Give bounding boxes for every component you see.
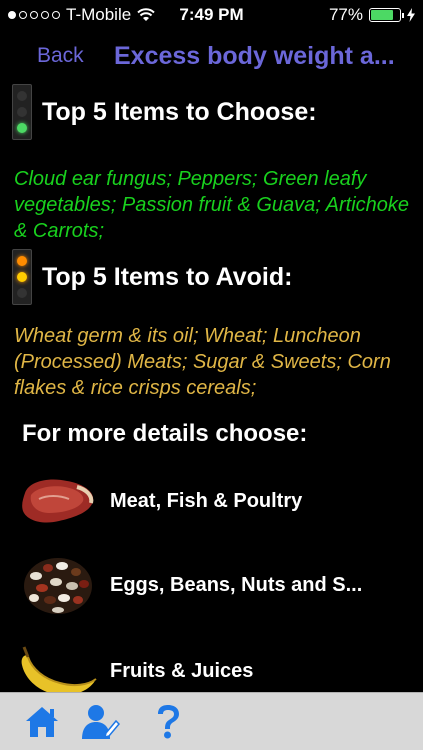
meat-icon	[18, 469, 98, 533]
charging-icon	[407, 8, 415, 22]
category-row-fruits[interactable]: Fruits & Juices	[18, 636, 418, 692]
navigation-bar: Back Excess body weight a...	[0, 30, 423, 84]
avoid-section-header: Top 5 Items to Avoid:	[12, 249, 292, 305]
choose-items: Cloud ear fungus; Peppers; Green leafy v…	[14, 168, 410, 242]
home-icon	[26, 707, 58, 737]
battery-icon	[369, 8, 404, 22]
back-button[interactable]: Back	[37, 44, 84, 68]
category-label-fruits: Fruits & Juices	[110, 659, 254, 682]
category-label-meat: Meat, Fish & Poultry	[110, 489, 303, 512]
category-label-eggs-beans: Eggs, Beans, Nuts and S...	[110, 573, 363, 596]
details-header: For more details choose:	[22, 420, 308, 447]
yellow-traffic-light-icon	[12, 249, 32, 305]
choose-section-header: Top 5 Items to Choose:	[12, 84, 317, 140]
battery-fill	[371, 10, 393, 20]
category-row-eggs-beans[interactable]: Eggs, Beans, Nuts and S...	[18, 550, 418, 620]
page-title: Excess body weight a...	[114, 42, 395, 70]
user-edit-icon	[82, 705, 120, 739]
battery-percent: 77%	[328, 5, 363, 24]
status-bar: T-Mobile 7:49 PM 77%	[0, 0, 423, 30]
choose-title: Top 5 Items to Choose:	[42, 97, 317, 126]
status-right: 77%	[329, 5, 415, 25]
avoid-title: Top 5 Items to Avoid:	[42, 262, 293, 291]
profile-tab[interactable]	[80, 702, 120, 742]
banana-icon	[18, 639, 98, 692]
avoid-items: Wheat germ & its oil; Wheat; Luncheon (P…	[14, 325, 391, 399]
green-traffic-light-icon	[12, 84, 32, 140]
category-row-meat[interactable]: Meat, Fish & Poultry	[18, 466, 418, 536]
home-tab[interactable]	[22, 702, 62, 742]
tab-bar	[0, 692, 423, 750]
help-tab[interactable]	[148, 702, 188, 742]
content-scroll-area[interactable]: Top 5 Items to Choose: Cloud ear fungus;…	[0, 84, 423, 692]
help-icon	[158, 705, 179, 739]
beans-icon	[18, 553, 98, 617]
